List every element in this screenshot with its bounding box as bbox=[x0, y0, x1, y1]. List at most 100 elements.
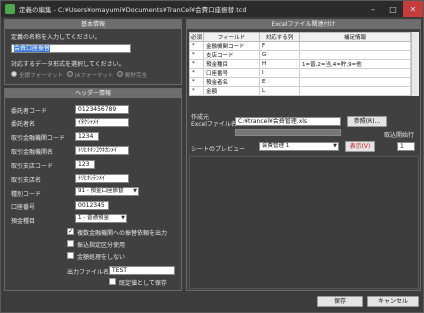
browse-button[interactable]: 参照(R)... bbox=[347, 116, 387, 127]
table-row[interactable]: * 支店コード G bbox=[189, 50, 411, 60]
sheet-preview-area[interactable] bbox=[189, 156, 419, 289]
multi-bank-checkbox[interactable]: ✓ bbox=[67, 228, 74, 235]
app-icon bbox=[5, 4, 15, 14]
row-note: 1=普,2=当,4=貯,9=他 bbox=[299, 59, 411, 69]
bank-name-input[interactable]: ﾄﾘﾋｷｷﾝﾕｳｷｶﾝﾒｲ bbox=[75, 146, 129, 155]
table-row[interactable]: * 預金者名 E bbox=[189, 77, 411, 87]
row-required: * bbox=[189, 68, 204, 78]
row-field: 預金種目 bbox=[203, 59, 260, 69]
format-radio-ja[interactable] bbox=[67, 71, 73, 77]
no-amount-label: 金額処理をしない bbox=[77, 254, 126, 261]
row-field: 口座番号 bbox=[203, 68, 260, 78]
chevron-down-icon: ▼ bbox=[121, 215, 125, 221]
basic-info-title: 基本情報 bbox=[5, 20, 181, 29]
start-row-label: 取込開始行 bbox=[384, 132, 415, 139]
table-row[interactable]: * 金融機関コード F bbox=[189, 41, 411, 51]
load-progress-bar bbox=[235, 129, 341, 136]
sheet-value: 会費管理 1 bbox=[262, 143, 290, 149]
type-code-value: 91 - 預金口座振替 bbox=[78, 188, 124, 194]
show-button[interactable]: 表示(V) bbox=[345, 141, 375, 152]
table-scrollbar[interactable] bbox=[411, 32, 419, 96]
excel-mapping-title: Excelファイル関連付け bbox=[187, 20, 420, 29]
sheet-select[interactable]: 会費管理 1 ▼ bbox=[259, 142, 339, 151]
format-radio-zengin[interactable] bbox=[11, 71, 17, 77]
excel-file-label: 作成元 Excelファイル名 bbox=[191, 114, 237, 128]
title-bar: 定義の編集 - C:¥Users¥omayumi¥Documents¥TranC… bbox=[1, 1, 423, 17]
row-column[interactable]: H bbox=[259, 59, 300, 69]
excel-file-label-line2: Excelファイル名 bbox=[191, 121, 237, 128]
branch-name-label: 取引支店名 bbox=[11, 177, 42, 184]
name-prompt: 定義の名称を入力してください。 bbox=[11, 34, 101, 41]
row-field: 金額 bbox=[203, 86, 260, 96]
table-row[interactable]: * 預金種目 H 1=普,2=当,4=貯,9=他 bbox=[189, 59, 411, 69]
row-column[interactable]: E bbox=[259, 77, 300, 87]
transfer-division-label: 振込指定区分使用 bbox=[77, 242, 126, 249]
type-code-select[interactable]: 91 - 預金口座振替 ▼ bbox=[75, 187, 139, 196]
row-required: * bbox=[189, 41, 204, 51]
bank-code-label: 取引金融機関コード bbox=[11, 135, 66, 142]
branch-name-input[interactable]: ﾄﾘﾋｷｼﾃﾝﾒｲ bbox=[75, 174, 129, 183]
cancel-button[interactable]: キャンセル bbox=[367, 296, 419, 307]
deposit-type-label: 預金種目 bbox=[11, 218, 36, 225]
chevron-down-icon: ▼ bbox=[133, 188, 137, 194]
format-label-zengin: 全銀フォーマット bbox=[19, 73, 64, 79]
type-code-label: 種別コード bbox=[11, 191, 42, 198]
col-field: フィールド bbox=[203, 32, 260, 42]
consignor-code-label: 委託者コード bbox=[11, 108, 48, 115]
row-column[interactable]: F bbox=[259, 41, 300, 51]
row-field: 預金者名 bbox=[203, 77, 260, 87]
branch-code-input[interactable]: 123 bbox=[75, 160, 95, 169]
format-prompt: 対応するデータ形式を選択してください。 bbox=[11, 61, 125, 68]
row-note bbox=[299, 68, 411, 78]
consignor-name-label: 委託者名 bbox=[11, 121, 36, 128]
definition-name-value: 会費口座振替 bbox=[14, 45, 51, 52]
row-column[interactable]: I bbox=[259, 68, 300, 78]
format-label-yucho: 郵貯完全 bbox=[125, 73, 148, 79]
save-default-checkbox[interactable] bbox=[109, 278, 116, 285]
row-required: * bbox=[189, 50, 204, 60]
branch-code-label: 取引支店コード bbox=[11, 163, 54, 170]
account-number-input[interactable]: 0012345 bbox=[75, 201, 109, 210]
sheet-preview-label: シートのプレビュー bbox=[191, 146, 246, 153]
bank-name-label: 取引金融機関名 bbox=[11, 149, 54, 156]
no-amount-checkbox[interactable] bbox=[67, 252, 74, 259]
chevron-down-icon: ▼ bbox=[333, 143, 337, 149]
row-column[interactable]: G bbox=[259, 50, 300, 60]
save-default-label: 既定値として保存 bbox=[119, 280, 167, 287]
multi-bank-label: 複数金融機関への振替依頼を出力 bbox=[77, 230, 168, 237]
row-field: 支店コード bbox=[203, 50, 260, 60]
row-required: * bbox=[189, 77, 204, 87]
deposit-type-select[interactable]: 1 - 普通預金 ▼ bbox=[75, 214, 127, 223]
table-row[interactable]: * 金額 L bbox=[189, 86, 411, 96]
definition-name-input[interactable]: 会費口座振替 bbox=[11, 44, 131, 53]
consignor-code-input[interactable]: 0123456789 bbox=[75, 105, 129, 114]
format-label-ja: JAフォーマット bbox=[75, 73, 114, 79]
row-required: * bbox=[189, 59, 204, 69]
output-file-input[interactable]: TEST bbox=[109, 266, 175, 275]
output-file-label: 出力ファイル名 bbox=[67, 269, 110, 276]
excel-file-label-line1: 作成元 bbox=[191, 114, 210, 121]
account-number-label: 口座番号 bbox=[11, 204, 36, 211]
minimize-button[interactable]: – bbox=[363, 1, 383, 17]
format-radio-yucho[interactable] bbox=[117, 71, 123, 77]
col-note: 補足情報 bbox=[299, 32, 411, 42]
transfer-division-checkbox[interactable] bbox=[67, 240, 74, 247]
maximize-button[interactable]: □ bbox=[383, 1, 403, 17]
mapping-table-header: 必須 フィールド 対応する列 補足情報 bbox=[189, 32, 411, 42]
col-required: 必須 bbox=[189, 32, 204, 42]
excel-file-input[interactable]: C:¥trancel¥会費管理.xls bbox=[235, 117, 341, 126]
consignor-name-input[interactable]: ｲﾀｸｼｬﾒｲ bbox=[75, 118, 129, 127]
row-note bbox=[299, 77, 411, 87]
table-row[interactable]: * 口座番号 I bbox=[189, 68, 411, 78]
row-note bbox=[299, 86, 411, 96]
close-button[interactable]: ✕ bbox=[403, 1, 423, 17]
mapping-table[interactable]: 必須 フィールド 対応する列 補足情報 * 金融機関コード F * 支店コード G * 預… bbox=[189, 32, 411, 96]
header-info-title: ヘッダー情報 bbox=[5, 89, 181, 98]
bank-code-input[interactable]: 1234 bbox=[75, 132, 99, 141]
save-button[interactable]: 保存 bbox=[317, 296, 363, 307]
row-required: * bbox=[189, 86, 204, 96]
window-title: 定義の編集 - C:¥Users¥omayumi¥Documents¥TranC… bbox=[19, 6, 247, 14]
row-field: 金融機関コード bbox=[203, 41, 260, 51]
start-row-input[interactable]: 1 bbox=[397, 142, 415, 151]
row-column[interactable]: L bbox=[259, 86, 300, 96]
